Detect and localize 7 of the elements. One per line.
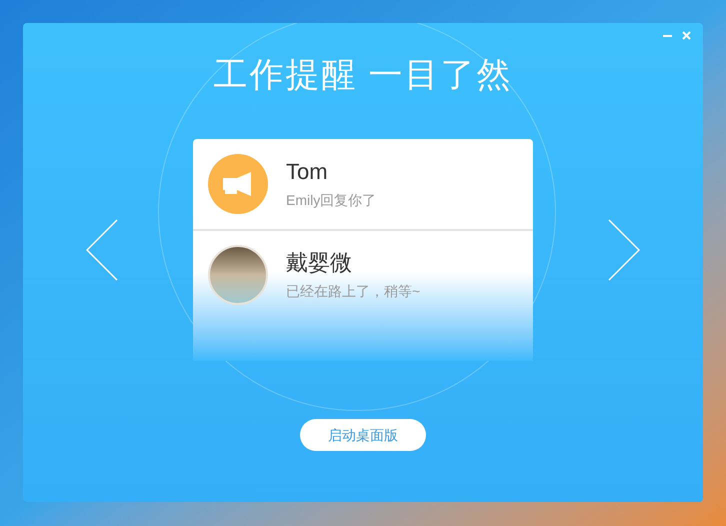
message-preview: 已经在路上了，稍等~ [286, 282, 420, 300]
message-preview: Emily回复你了 [286, 191, 376, 209]
launch-desktop-button[interactable]: 启动桌面版 [300, 419, 426, 451]
sender-name: Tom [286, 159, 329, 185]
window-title: 工作提醒 一目了然 [213, 55, 513, 96]
sender-name: 戴婴微 [286, 250, 353, 276]
close-icon[interactable] [682, 31, 691, 40]
